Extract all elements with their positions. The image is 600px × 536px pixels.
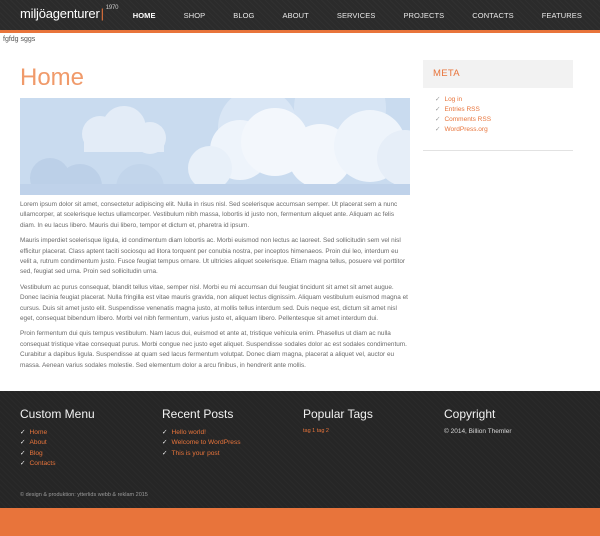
logo-divider: | <box>100 6 104 21</box>
meta-link-label: Entries RSS <box>444 106 480 113</box>
check-icon: ✓ <box>435 96 441 103</box>
check-icon: ✓ <box>435 126 441 133</box>
footer-copyright: Copyright © 2014, Billion Themler <box>444 407 512 435</box>
paragraph: Vestibulum ac purus consequat, blandit t… <box>20 283 408 323</box>
nav-contacts[interactable]: CONTACTS <box>472 11 514 20</box>
meta-link-item[interactable]: ✓ Log in <box>435 95 573 105</box>
meta-widget: META ✓ Log in ✓ Entries RSS ✓ Comments RSS … <box>423 60 573 151</box>
hero-image <box>20 98 410 195</box>
copyright-text: © 2014, Billion Themler <box>444 428 512 435</box>
paragraph: Proin fermentum dui quis tempus vestibul… <box>20 330 407 369</box>
site-logo[interactable]: miljöagenturer| 1970 <box>20 5 119 21</box>
footer-heading: Recent Posts <box>162 407 234 421</box>
footer-menu-label: Home <box>29 429 48 436</box>
footer-popular-tags: Popular Tags tag 1 tag 2 <box>303 407 373 434</box>
meta-link-label: Log in <box>444 96 463 103</box>
footer-heading: Custom Menu <box>20 407 95 421</box>
meta-link-item[interactable]: ✓ Comments RSS <box>435 115 573 125</box>
footer-menu-item[interactable]: ✓ About <box>20 438 95 448</box>
footer-menu-item[interactable]: ✓ Blog <box>20 449 95 459</box>
check-icon: ✓ <box>20 449 26 457</box>
header: miljöagenturer| 1970 HOME SHOP BLOG ABOUT… <box>0 0 600 30</box>
recent-post-item[interactable]: ✓ Hello world! <box>162 428 241 438</box>
meta-widget-title: META <box>423 60 573 88</box>
paragraph: Lorem ipsum dolor sit amet, consectetur … <box>20 201 398 229</box>
footer-menu-item[interactable]: ✓ Contacts <box>20 459 95 469</box>
footer-menu-item[interactable]: ✓ Home <box>20 428 95 438</box>
recent-post-item[interactable]: ✓ Welcome to WordPress <box>162 438 241 448</box>
footer-menu-label: Blog <box>29 449 43 457</box>
meta-link-item[interactable]: ✓ WordPress.org <box>435 125 573 135</box>
recent-post-item[interactable]: ✓ This is your post <box>162 449 241 459</box>
paragraph: Mauris imperdiet scelerisque ligula, id … <box>20 237 406 276</box>
footer-heading: Copyright <box>444 407 496 421</box>
site-subtitle: fgfdg sggs <box>3 36 36 43</box>
check-icon: ✓ <box>20 460 26 468</box>
meta-link-item[interactable]: ✓ Entries RSS <box>435 105 573 115</box>
header-accent-stripe <box>0 30 600 33</box>
bottom-accent-bar <box>0 508 600 536</box>
footer-custom-menu: Custom Menu ✓ Home ✓ About ✓ Blog ✓ Contacts <box>20 407 95 470</box>
footer-menu-label: Contacts <box>29 460 56 468</box>
sky-clouds-illustration <box>20 98 410 195</box>
nav-about[interactable]: ABOUT <box>283 11 309 20</box>
footer: Custom Menu ✓ Home ✓ About ✓ Blog ✓ Contacts… <box>0 391 600 508</box>
recent-post-label: Hello world! <box>171 429 206 436</box>
design-credit: © design & produktion: ytterlids webb & … <box>20 492 148 498</box>
nav-features[interactable]: FEATURES <box>542 11 582 20</box>
tag-cloud[interactable]: tag 1 tag 2 <box>303 428 373 434</box>
footer-menu-label: About <box>29 439 47 447</box>
check-icon: ✓ <box>435 106 441 113</box>
recent-post-label: This is your post <box>171 449 220 457</box>
logo-text: miljöagenturer <box>20 6 100 21</box>
check-icon: ✓ <box>20 429 26 436</box>
meta-link-label: Comments RSS <box>444 116 492 123</box>
check-icon: ✓ <box>162 429 168 436</box>
page-title: Home <box>20 64 85 91</box>
check-icon: ✓ <box>435 116 441 123</box>
meta-links: ✓ Log in ✓ Entries RSS ✓ Comments RSS ✓ Word… <box>423 88 573 135</box>
main-nav: HOME SHOP BLOG ABOUT SERVICES PROJECTS C… <box>105 0 582 30</box>
nav-home[interactable]: HOME <box>133 11 156 20</box>
footer-heading: Popular Tags <box>303 407 373 421</box>
check-icon: ✓ <box>20 439 26 447</box>
footer-recent-posts: Recent Posts ✓ Hello world! ✓ Welcome to W… <box>162 407 241 459</box>
nav-shop[interactable]: SHOP <box>184 11 206 20</box>
meta-link-label: WordPress.org <box>444 126 488 133</box>
nav-projects[interactable]: PROJECTS <box>403 11 444 20</box>
check-icon: ✓ <box>162 439 168 447</box>
nav-blog[interactable]: BLOG <box>233 11 254 20</box>
post-content: Lorem ipsum dolor sit amet, consectetur … <box>20 200 410 376</box>
check-icon: ✓ <box>162 449 168 457</box>
nav-services[interactable]: SERVICES <box>337 11 376 20</box>
recent-post-label: Welcome to WordPress <box>171 439 241 447</box>
